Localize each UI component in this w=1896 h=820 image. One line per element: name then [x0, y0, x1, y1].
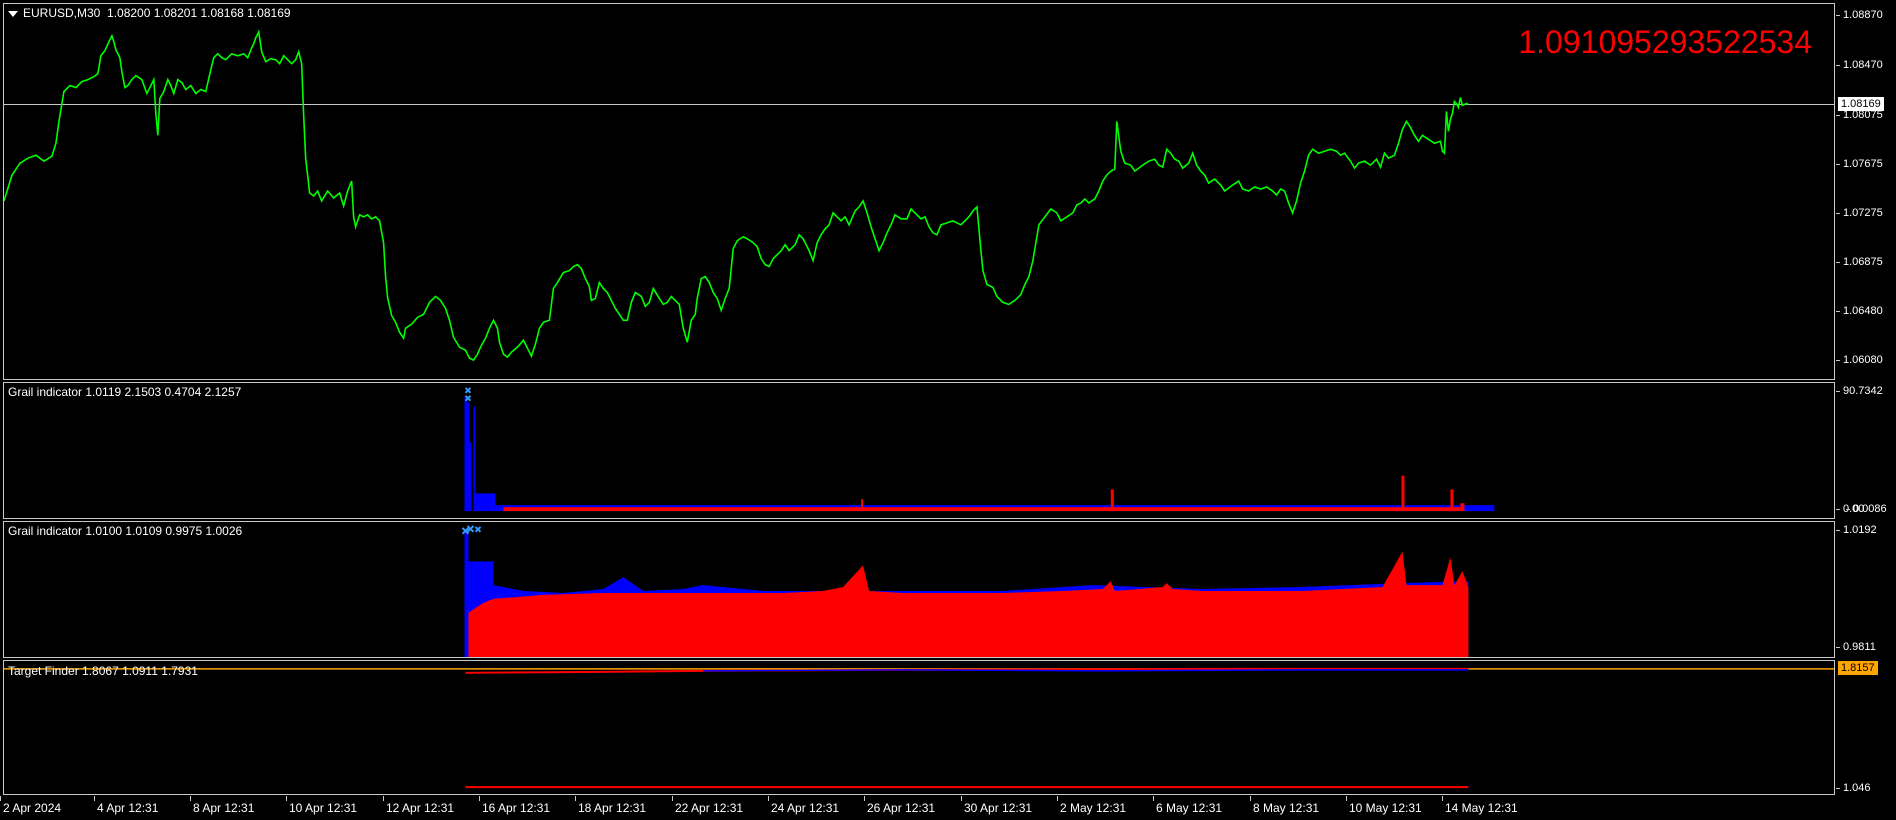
indicator-1-title: Grail indicator 1.0119 2.1503 0.4704 2.1…	[8, 385, 242, 399]
time-tick: 8 May 12:31	[1250, 796, 1319, 815]
time-tick: 8 Apr 12:31	[190, 796, 254, 815]
price-tick: 1.08470	[1836, 59, 1883, 71]
time-tick: 12 Apr 12:31	[383, 796, 454, 815]
time-tick: 4 Apr 12:31	[94, 796, 158, 815]
indicator-1-tick: 0.0086	[1846, 503, 1887, 515]
time-axis[interactable]: 2 Apr 2024 4 Apr 12:31 8 Apr 12:31 10 Ap…	[0, 795, 1896, 820]
indicator-2-svg	[461, 525, 1469, 657]
time-tick: 24 Apr 12:31	[768, 796, 839, 815]
grail-indicator-pane-1[interactable]: Grail indicator 1.0119 2.1503 0.4704 2.1…	[3, 382, 1835, 519]
indicator-1-scale[interactable]: 90.7342 0.00 0.0086	[1836, 382, 1896, 519]
grail-indicator-pane-2[interactable]: Grail indicator 1.0100 1.0109 0.9975 1.0…	[3, 521, 1835, 658]
indicator-2-tick: 0.9811	[1836, 641, 1876, 653]
time-tick: 30 Apr 12:31	[961, 796, 1032, 815]
price-tick: 1.06875	[1836, 256, 1883, 268]
target-finder-title: Target Finder 1.8067 1.0911 1.7931	[8, 664, 198, 678]
ohlc-values: 1.08200 1.08201 1.08168 1.08169	[107, 6, 291, 20]
indicator-1-histogram	[464, 396, 1495, 512]
price-scale[interactable]: 1.08870 1.08470 1.08075 1.07675 1.07275 …	[1836, 3, 1896, 380]
time-tick: 2 May 12:31	[1057, 796, 1126, 815]
time-tick: 14 May 12:31	[1442, 796, 1518, 815]
symbol-label: EURUSD,M30	[23, 6, 101, 20]
price-tick: 1.07275	[1836, 207, 1883, 219]
target-finder-pane[interactable]: Target Finder 1.8067 1.0911 1.7931	[3, 660, 1835, 795]
target-finder-svg	[4, 667, 1834, 789]
chart-symbol-info[interactable]: EURUSD,M30 1.08200 1.08201 1.08168 1.081…	[8, 6, 291, 20]
time-tick: 26 Apr 12:31	[864, 796, 935, 815]
indicator-2-histogram	[464, 531, 1469, 657]
indicator-2-scale[interactable]: 1.0192 0.9811	[1836, 521, 1896, 658]
big-value-label: 1.091095293522534	[1518, 24, 1812, 60]
target-finder-scale[interactable]: 1.046	[1836, 660, 1896, 795]
time-tick: 2 Apr 2024	[0, 796, 61, 815]
indicator-2-tick: 1.0192	[1836, 524, 1877, 536]
indicator-2-title: Grail indicator 1.0100 1.0109 0.9975 1.0…	[8, 524, 243, 538]
target-finder-value-tag: 1.8157	[1838, 661, 1878, 675]
price-line	[4, 29, 1469, 362]
current-price-tag: 1.08169	[1838, 97, 1884, 111]
collapse-triangle-icon[interactable]	[8, 10, 18, 17]
time-tick: 10 Apr 12:31	[286, 796, 357, 815]
indicator-1-markers	[464, 387, 472, 402]
indicator-1-tick: 90.7342	[1836, 385, 1883, 397]
indicator-1-svg	[464, 387, 1495, 512]
price-tick: 1.06480	[1836, 305, 1883, 317]
price-tick: 1.06080	[1836, 354, 1883, 366]
price-tick: 1.08870	[1836, 9, 1883, 21]
time-tick: 22 Apr 12:31	[672, 796, 743, 815]
time-tick: 18 Apr 12:31	[575, 796, 646, 815]
target-finder-tick: 1.046	[1836, 782, 1871, 794]
time-tick: 6 May 12:31	[1153, 796, 1222, 815]
time-tick: 10 May 12:31	[1346, 796, 1422, 815]
time-tick: 16 Apr 12:31	[479, 796, 550, 815]
price-tick: 1.07675	[1836, 158, 1883, 170]
